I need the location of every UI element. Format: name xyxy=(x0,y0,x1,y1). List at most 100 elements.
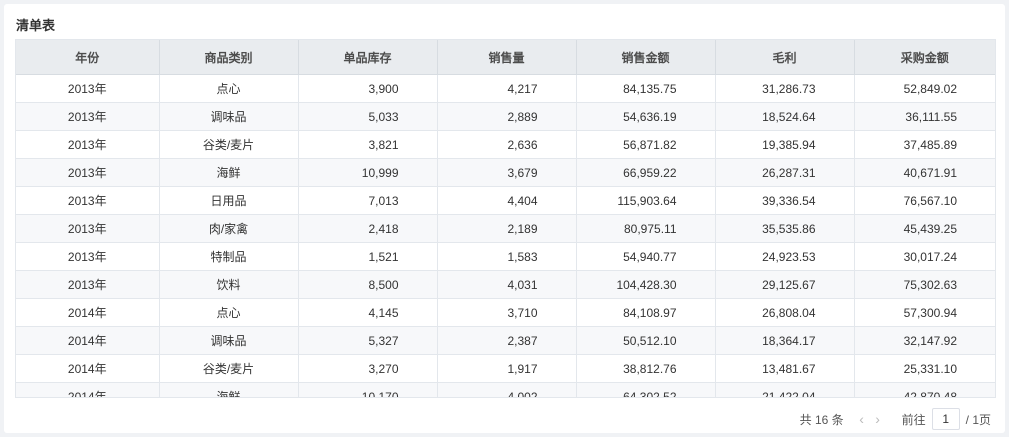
table-cell: 特制品 xyxy=(159,242,299,271)
table-row[interactable]: 2013年 日用品 7,013 4,404 115,903.64 39,336.54 76,… xyxy=(16,186,995,215)
table-cell: 5,033 xyxy=(298,102,438,131)
table-cell: 2,636 xyxy=(437,130,577,159)
table-cell: 10,170 xyxy=(298,382,438,397)
table-cell: 3,821 xyxy=(298,130,438,159)
table-cell: 2014年 xyxy=(16,298,160,327)
table-cell: 4,217 xyxy=(437,74,577,103)
table-cell: 2013年 xyxy=(16,74,160,103)
table-cell: 点心 xyxy=(159,298,299,327)
table-cell: 35,535.86 xyxy=(715,214,855,243)
table-row[interactable]: 2013年 调味品 5,033 2,889 54,636.19 18,524.64 36,1… xyxy=(16,102,995,131)
table-header-row: 年份 商品类别 单品库存 销售量 销售金额 毛利 采购金额 xyxy=(16,40,995,75)
table-row[interactable]: 2013年 谷类/麦片 3,821 2,636 56,871.82 19,385.94 37… xyxy=(16,130,995,159)
table-cell: 31,286.73 xyxy=(715,74,855,103)
table-cell: 日用品 xyxy=(159,186,299,215)
column-header[interactable]: 商品类别 xyxy=(159,40,299,75)
table-cell: 2,889 xyxy=(437,102,577,131)
table-row[interactable]: 2014年 海鲜 10,170 4,002 64,302.52 21,422.04 42,8… xyxy=(16,382,995,397)
report-card: 清单表 年份 商品类别 单品库存 销售量 销售金额 毛利 采购金额 2013年点… xyxy=(4,4,1005,433)
table-cell: 3,900 xyxy=(298,74,438,103)
table-cell: 2013年 xyxy=(16,158,160,187)
column-header[interactable]: 销售金额 xyxy=(576,40,716,75)
table-row[interactable]: 2014年 调味品 5,327 2,387 50,512.10 18,364.17 32,1… xyxy=(16,326,995,355)
table-cell: 肉/家禽 xyxy=(159,214,299,243)
table-cell: 3,710 xyxy=(437,298,577,327)
table-cell: 57,300.94 xyxy=(854,298,995,327)
table-cell: 26,808.04 xyxy=(715,298,855,327)
table-cell: 76,567.10 xyxy=(854,186,995,215)
table-cell: 45,439.25 xyxy=(854,214,995,243)
table-cell: 18,524.64 xyxy=(715,102,855,131)
chevron-left-icon[interactable]: ‹ xyxy=(854,411,870,427)
table-row[interactable]: 2013年 海鲜 10,999 3,679 66,959.22 26,287.31 40,6… xyxy=(16,158,995,187)
table-cell: 52,849.02 xyxy=(854,74,995,103)
table-cell: 104,428.30 xyxy=(576,270,716,299)
table-row[interactable]: 2014年 点心 4,145 3,710 84,108.97 26,808.04 57,30… xyxy=(16,298,995,327)
table-cell: 39,336.54 xyxy=(715,186,855,215)
table-cell: 4,145 xyxy=(298,298,438,327)
table-cell: 54,940.77 xyxy=(576,242,716,271)
table-cell: 8,500 xyxy=(298,270,438,299)
table-row[interactable]: 2013年 点心 3,900 4,217 84,135.75 31,286.73 52,84… xyxy=(16,74,995,103)
table-cell: 2,189 xyxy=(437,214,577,243)
table-cell: 1,521 xyxy=(298,242,438,271)
goto-label: 前往 xyxy=(901,412,926,427)
table-cell: 2013年 xyxy=(16,130,160,159)
pagination: 共 16 条 ‹ › 前往 / 1页 xyxy=(800,407,991,431)
table-container[interactable]: 年份 商品类别 单品库存 销售量 销售金额 毛利 采购金额 2013年 点心 3,9… xyxy=(15,39,996,398)
table-cell: 谷类/麦片 xyxy=(159,130,299,159)
table-cell: 50,512.10 xyxy=(576,326,716,355)
table-cell: 1,583 xyxy=(437,242,577,271)
table-cell: 18,364.17 xyxy=(715,326,855,355)
report-title: 清单表 xyxy=(16,18,56,33)
table-cell: 21,422.04 xyxy=(715,382,855,397)
table-cell: 饮料 xyxy=(159,270,299,299)
table-cell: 56,871.82 xyxy=(576,130,716,159)
table-cell: 42,870.48 xyxy=(854,382,995,397)
table-cell: 2013年 xyxy=(16,214,160,243)
column-header[interactable]: 采购金额 xyxy=(854,40,995,75)
table-cell: 7,013 xyxy=(298,186,438,215)
table-cell: 2,418 xyxy=(298,214,438,243)
table-cell: 64,302.52 xyxy=(576,382,716,397)
table-cell: 26,287.31 xyxy=(715,158,855,187)
chevron-right-icon[interactable]: › xyxy=(870,411,886,427)
table-cell: 点心 xyxy=(159,74,299,103)
table-cell: 24,923.53 xyxy=(715,242,855,271)
table-cell: 80,975.11 xyxy=(576,214,716,243)
table-row[interactable]: 2013年 饮料 8,500 4,031 104,428.30 29,125.67 75,3… xyxy=(16,270,995,299)
table-cell: 3,270 xyxy=(298,354,438,383)
table-cell: 2013年 xyxy=(16,186,160,215)
column-header[interactable]: 销售量 xyxy=(437,40,577,75)
table-row[interactable]: 2014年 谷类/麦片 3,270 1,917 38,812.76 13,481.67 25… xyxy=(16,354,995,383)
table-cell: 75,302.63 xyxy=(854,270,995,299)
table-cell: 54,636.19 xyxy=(576,102,716,131)
table-cell: 调味品 xyxy=(159,102,299,131)
table-cell: 84,135.75 xyxy=(576,74,716,103)
column-header[interactable]: 毛利 xyxy=(715,40,855,75)
table-cell: 海鲜 xyxy=(159,158,299,187)
column-header[interactable]: 单品库存 xyxy=(298,40,438,75)
table-row[interactable]: 2013年 肉/家禽 2,418 2,189 80,975.11 35,535.86 45,… xyxy=(16,214,995,243)
table-cell: 5,327 xyxy=(298,326,438,355)
table-cell: 2013年 xyxy=(16,270,160,299)
table-cell: 115,903.64 xyxy=(576,186,716,215)
table-cell: 2,387 xyxy=(437,326,577,355)
table-cell: 2014年 xyxy=(16,326,160,355)
table-cell: 13,481.67 xyxy=(715,354,855,383)
table-row[interactable]: 2013年 特制品 1,521 1,583 54,940.77 24,923.53 30,0… xyxy=(16,242,995,271)
table-cell: 84,108.97 xyxy=(576,298,716,327)
table-cell: 4,031 xyxy=(437,270,577,299)
table-cell: 1,917 xyxy=(437,354,577,383)
column-header[interactable]: 年份 xyxy=(16,40,160,75)
table-cell: 19,385.94 xyxy=(715,130,855,159)
total-pages: / 1页 xyxy=(965,412,991,427)
table-cell: 25,331.10 xyxy=(854,354,995,383)
table-cell: 40,671.91 xyxy=(854,158,995,187)
table-cell: 2014年 xyxy=(16,354,160,383)
page-number-input[interactable] xyxy=(931,408,960,430)
table-cell: 2013年 xyxy=(16,242,160,271)
table-cell: 2014年 xyxy=(16,382,160,397)
table-cell: 3,679 xyxy=(437,158,577,187)
table-cell: 32,147.92 xyxy=(854,326,995,355)
